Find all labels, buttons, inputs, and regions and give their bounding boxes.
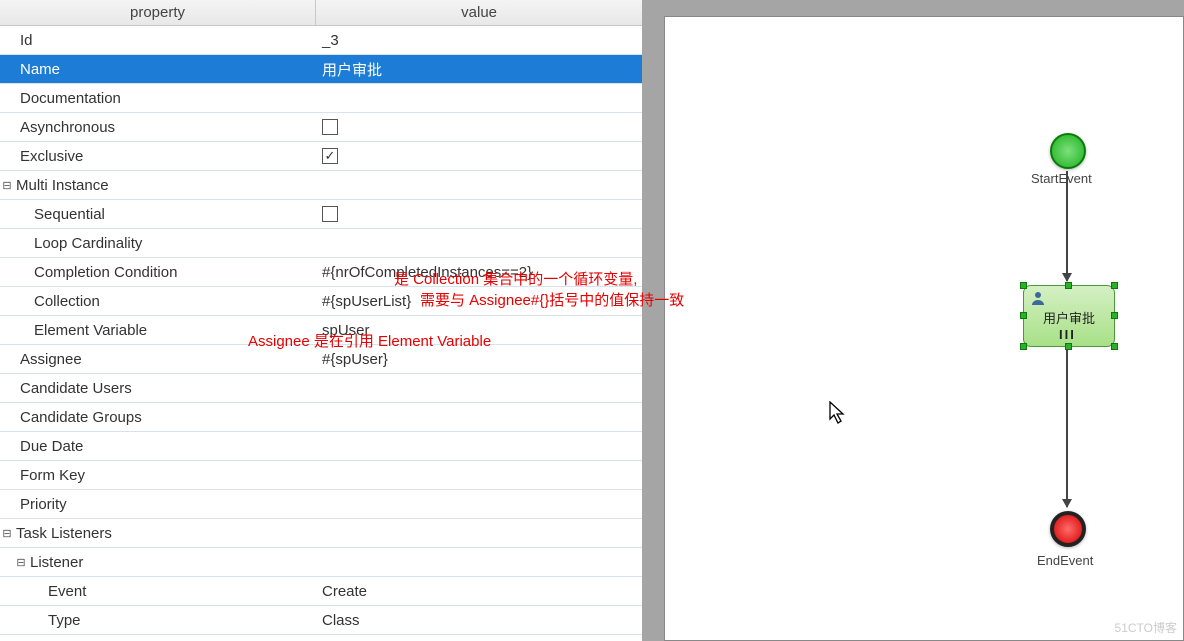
diagram-pane: StartEvent 用户审批 III EndEvent 51CTO博客 是 C… bbox=[648, 0, 1184, 641]
table-row[interactable]: Sequential bbox=[0, 200, 642, 229]
property-label: Sequential bbox=[32, 206, 105, 223]
property-label: Task Listeners bbox=[14, 525, 112, 542]
end-event-node[interactable] bbox=[1050, 511, 1086, 547]
checkbox[interactable]: ✓ bbox=[322, 148, 338, 164]
table-row[interactable]: Id _3 bbox=[0, 26, 642, 55]
cursor-icon bbox=[829, 401, 849, 427]
property-label: Type bbox=[46, 612, 81, 629]
table-row[interactable]: ⊟Listener bbox=[0, 548, 642, 577]
resize-handle[interactable] bbox=[1020, 343, 1027, 350]
property-value[interactable]: spUser bbox=[316, 316, 642, 344]
table-row[interactable]: Asynchronous bbox=[0, 113, 642, 142]
tree-toggle-icon[interactable]: ⊟ bbox=[14, 556, 28, 569]
property-value[interactable]: ✓ bbox=[316, 142, 642, 170]
property-label: Documentation bbox=[18, 90, 121, 107]
property-value[interactable]: Class bbox=[316, 606, 642, 634]
table-row[interactable]: Candidate Users bbox=[0, 374, 642, 403]
resize-handle[interactable] bbox=[1020, 282, 1027, 289]
resize-handle[interactable] bbox=[1065, 282, 1072, 289]
property-value[interactable] bbox=[316, 432, 642, 460]
table-row[interactable]: Documentation bbox=[0, 84, 642, 113]
property-value[interactable] bbox=[316, 490, 642, 518]
property-label: Due Date bbox=[18, 438, 83, 455]
table-row[interactable]: Name 用户审批 bbox=[0, 55, 642, 84]
table-row[interactable]: ⊟Multi Instance bbox=[0, 171, 642, 200]
table-row[interactable]: Loop Cardinality bbox=[0, 229, 642, 258]
property-label: Listener bbox=[28, 554, 83, 571]
table-row[interactable]: Priority bbox=[0, 490, 642, 519]
property-value[interactable]: #{nrOfCompletedInstances==2} bbox=[316, 258, 642, 286]
table-row[interactable]: Form Key bbox=[0, 461, 642, 490]
property-value[interactable]: #{spUser} bbox=[316, 345, 642, 373]
table-row[interactable]: Exclusive ✓ bbox=[0, 142, 642, 171]
table-row[interactable]: Event Create bbox=[0, 577, 642, 606]
table-row[interactable]: Element Variable spUser bbox=[0, 316, 642, 345]
property-value[interactable]: Create bbox=[316, 577, 642, 605]
col-value[interactable]: value bbox=[316, 0, 642, 25]
checkbox[interactable] bbox=[322, 119, 338, 135]
diagram-canvas[interactable]: StartEvent 用户审批 III EndEvent 51CTO博客 bbox=[664, 16, 1184, 641]
table-row[interactable]: ⊟Task Listeners bbox=[0, 519, 642, 548]
user-icon bbox=[1030, 290, 1046, 306]
property-value[interactable]: #{spUserList} bbox=[316, 287, 642, 315]
property-label: Id bbox=[18, 32, 33, 49]
resize-handle[interactable] bbox=[1111, 312, 1118, 319]
table-row[interactable]: Due Date bbox=[0, 432, 642, 461]
property-label: Candidate Groups bbox=[18, 409, 142, 426]
watermark: 51CTO博客 bbox=[1115, 619, 1177, 636]
resize-handle[interactable] bbox=[1111, 282, 1118, 289]
property-label: Name bbox=[18, 61, 60, 78]
property-label: Assignee bbox=[18, 351, 82, 368]
property-value[interactable] bbox=[316, 84, 642, 112]
property-value[interactable] bbox=[316, 171, 642, 199]
property-label: Candidate Users bbox=[18, 380, 132, 397]
resize-handle[interactable] bbox=[1111, 343, 1118, 350]
col-property[interactable]: property bbox=[0, 0, 316, 25]
table-row[interactable]: Assignee #{spUser} bbox=[0, 345, 642, 374]
end-event-label: EndEvent bbox=[1037, 553, 1093, 568]
property-label: Collection bbox=[32, 293, 100, 310]
table-row[interactable]: Candidate Groups bbox=[0, 403, 642, 432]
property-value[interactable] bbox=[316, 519, 642, 547]
property-value[interactable]: _3 bbox=[316, 26, 642, 54]
property-label: Event bbox=[46, 583, 86, 600]
property-label: Element Variable bbox=[32, 322, 147, 339]
property-value[interactable] bbox=[316, 113, 642, 141]
property-value[interactable] bbox=[316, 200, 642, 228]
start-event-label: StartEvent bbox=[1031, 171, 1092, 186]
property-panel: property value Id _3 Name 用户审批 Documentation… bbox=[0, 0, 642, 641]
multi-instance-icon: III bbox=[1059, 327, 1076, 342]
resize-handle[interactable] bbox=[1020, 312, 1027, 319]
property-label: Loop Cardinality bbox=[32, 235, 142, 252]
property-value[interactable] bbox=[316, 461, 642, 489]
property-label: Priority bbox=[18, 496, 67, 513]
property-value[interactable] bbox=[316, 374, 642, 402]
property-value[interactable] bbox=[316, 548, 642, 576]
table-row[interactable]: Collection #{spUserList} bbox=[0, 287, 642, 316]
sequence-flow-2[interactable] bbox=[1066, 349, 1068, 507]
sequence-flow-1[interactable] bbox=[1066, 171, 1068, 281]
property-value[interactable] bbox=[316, 229, 642, 257]
property-label: Exclusive bbox=[18, 148, 83, 165]
tree-toggle-icon[interactable]: ⊟ bbox=[0, 527, 14, 540]
property-label: Completion Condition bbox=[32, 264, 177, 281]
checkbox[interactable] bbox=[322, 206, 338, 222]
property-label: Asynchronous bbox=[18, 119, 115, 136]
property-value[interactable] bbox=[316, 403, 642, 431]
task-label: 用户审批 bbox=[1024, 308, 1114, 327]
property-grid[interactable]: Id _3 Name 用户审批 Documentation Asynchronous Exc… bbox=[0, 26, 642, 641]
start-event-node[interactable] bbox=[1050, 133, 1086, 169]
property-label: Multi Instance bbox=[14, 177, 109, 194]
property-label: Form Key bbox=[18, 467, 85, 484]
table-row[interactable]: Type Class bbox=[0, 606, 642, 635]
property-value[interactable]: 用户审批 bbox=[316, 55, 642, 83]
tree-toggle-icon[interactable]: ⊟ bbox=[0, 179, 14, 192]
table-row[interactable]: Completion Condition #{nrOfCompletedInsta… bbox=[0, 258, 642, 287]
user-task-node[interactable]: 用户审批 III bbox=[1023, 285, 1115, 347]
table-header: property value bbox=[0, 0, 642, 26]
